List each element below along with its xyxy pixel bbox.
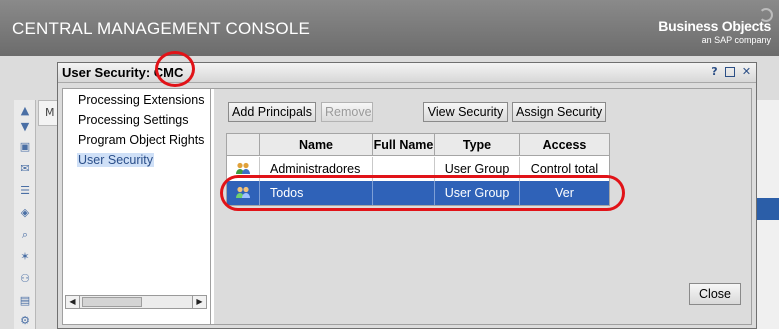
table-row-selected[interactable]: Todos User Group Ver: [227, 181, 609, 205]
app-title: CENTRAL MANAGEMENT CONSOLE: [12, 19, 311, 38]
remove-button[interactable]: Remove: [321, 102, 373, 122]
database-icon[interactable]: ☰: [17, 184, 33, 198]
logo-subtitle: an SAP company: [701, 35, 771, 45]
view-security-button[interactable]: View Security: [423, 102, 508, 122]
background-toolbar: ▲ ▼ ▣ ✉ ☰ ◈ ⌕ ✶ ⚇ ▤ ⚙: [14, 100, 36, 329]
column-name[interactable]: Name: [260, 134, 373, 156]
close-button[interactable]: Close: [689, 283, 741, 305]
background-selected-row: [756, 198, 779, 220]
table-row[interactable]: Administradores User Group Control total: [227, 157, 609, 181]
scroll-left-icon[interactable]: ◀: [66, 296, 80, 308]
users-icon[interactable]: ⚇: [17, 272, 33, 286]
user-security-dialog: User Security: CMC ? ✕ Processing Extens…: [57, 62, 757, 329]
nav-item-processing-settings[interactable]: Processing Settings: [77, 113, 189, 127]
nav-item-processing-extensions[interactable]: Processing Extensions: [77, 93, 205, 107]
titlebar-buttons: ? ✕: [709, 65, 752, 79]
cell-type: User Group: [435, 157, 520, 181]
collapse-up-icon[interactable]: ▲: [17, 104, 33, 118]
business-objects-logo: Business Objects an SAP company: [658, 8, 773, 45]
report-icon[interactable]: ▤: [17, 294, 33, 308]
close-icon[interactable]: ✕: [741, 65, 752, 79]
dialog-title: User Security: CMC: [62, 65, 184, 80]
principals-table: Name Full Name Type Access Administrador…: [226, 133, 610, 206]
star-icon[interactable]: ✶: [17, 250, 33, 264]
dialog-titlebar[interactable]: User Security: CMC ? ✕: [58, 63, 756, 83]
cell-full-name: [373, 181, 435, 205]
help-icon[interactable]: ?: [709, 65, 720, 79]
search-icon[interactable]: ⌕: [17, 228, 33, 242]
user-security-content: Add Principals Remove View Security Assi…: [214, 89, 751, 324]
logo-brand: Business Objects: [658, 18, 771, 34]
settings-icon[interactable]: ⚙: [17, 314, 33, 328]
column-full-name[interactable]: Full Name: [373, 134, 435, 156]
maximize-icon[interactable]: [725, 65, 736, 79]
chart-icon[interactable]: ◈: [17, 206, 33, 220]
cell-access: Control total: [530, 162, 599, 176]
column-type[interactable]: Type: [435, 134, 520, 156]
cell-access: Ver: [555, 186, 574, 200]
table-header: Name Full Name Type Access: [227, 134, 609, 156]
column-icon: [227, 134, 260, 156]
cell-type: User Group: [435, 181, 520, 205]
dialog-body: Processing Extensions Processing Setting…: [62, 88, 752, 325]
nav-horizontal-scrollbar[interactable]: ◀ ▶: [65, 295, 207, 309]
folder-icon[interactable]: ▣: [17, 140, 33, 154]
cell-full-name: [373, 157, 435, 181]
cmc-header: CENTRAL MANAGEMENT CONSOLE Business Obje…: [0, 0, 779, 56]
add-principals-button[interactable]: Add Principals: [228, 102, 316, 122]
cell-name: Administradores: [260, 157, 373, 181]
nav-item-program-object-rights[interactable]: Program Object Rights: [77, 133, 205, 147]
collapse-down-icon[interactable]: ▼: [17, 120, 33, 134]
scroll-right-icon[interactable]: ▶: [192, 296, 206, 308]
nav-item-user-security[interactable]: User Security: [77, 153, 155, 167]
cell-name: Todos: [260, 181, 373, 205]
scroll-thumb[interactable]: [82, 297, 142, 307]
column-access[interactable]: Access: [520, 134, 609, 156]
property-nav: Processing Extensions Processing Setting…: [63, 89, 211, 324]
logo-swirl-icon: [759, 8, 773, 22]
background-tab[interactable]: M: [38, 100, 58, 126]
mail-icon[interactable]: ✉: [17, 162, 33, 176]
assign-security-button[interactable]: Assign Security: [512, 102, 606, 122]
